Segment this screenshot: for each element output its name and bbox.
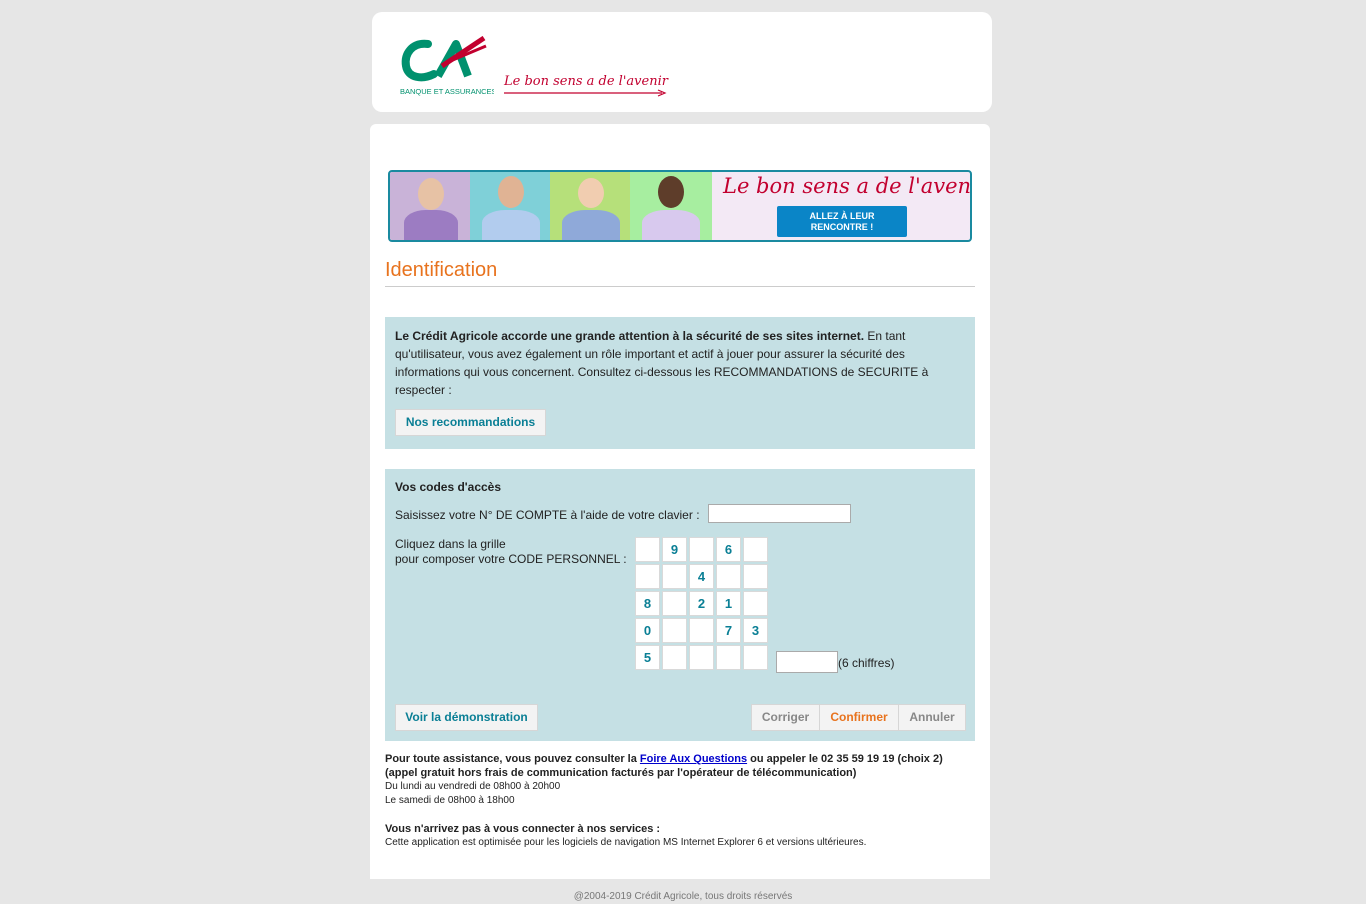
- keypad-key[interactable]: 3: [743, 618, 768, 643]
- meet-them-button[interactable]: ALLEZ À LEUR RENCONTRE !: [777, 206, 907, 237]
- promo-banner[interactable]: Le bon sens a de l'avenir ALLEZ À LEUR R…: [388, 170, 972, 242]
- keypad-key[interactable]: [689, 618, 714, 643]
- keypad-key[interactable]: 4: [689, 564, 714, 589]
- banner-photo-boy: [550, 172, 632, 240]
- keypad-key[interactable]: [743, 564, 768, 589]
- banner-slogan: Le bon sens a de l'avenir: [723, 174, 972, 198]
- header-card: BANQUE ET ASSURANCES Le bon sens a de l'…: [372, 12, 992, 112]
- connect-text: Cette application est optimisée pour les…: [385, 837, 867, 848]
- page-title: Identification: [385, 259, 498, 281]
- banner-photo-man: [470, 172, 552, 240]
- keypad-key[interactable]: [662, 564, 687, 589]
- access-codes-panel: Vos codes d'accès Saisissez votre N° DE …: [385, 469, 975, 741]
- keypad-key[interactable]: 9: [662, 537, 687, 562]
- keypad-key[interactable]: 1: [716, 591, 741, 616]
- keypad-key[interactable]: [635, 537, 660, 562]
- keypad-key[interactable]: 2: [689, 591, 714, 616]
- assistance-section: Pour toute assistance, vous pouvez consu…: [385, 752, 975, 850]
- security-notice: Le Crédit Agricole accorde une grande at…: [385, 317, 975, 449]
- main-card: Le bon sens a de l'avenir ALLEZ À LEUR R…: [370, 124, 990, 879]
- keypad-key[interactable]: [662, 645, 687, 670]
- keypad-key[interactable]: [635, 564, 660, 589]
- title-divider: [385, 286, 975, 287]
- connect-title: Vous n'arrivez pas à vous connecter à no…: [385, 823, 661, 835]
- banner-photo-man2: [630, 172, 712, 240]
- hours-saturday: Le samedi de 08h00 à 18h00: [385, 795, 515, 806]
- credit-agricole-logo[interactable]: BANQUE ET ASSURANCES: [398, 36, 494, 98]
- keypad-key[interactable]: 5: [635, 645, 660, 670]
- banner-photo-woman: [390, 172, 472, 240]
- correct-button[interactable]: Corriger: [751, 704, 820, 731]
- cancel-button[interactable]: Annuler: [898, 704, 966, 731]
- keypad-key[interactable]: [743, 645, 768, 670]
- hours-weekday: Du lundi au vendredi de 08h00 à 20h00: [385, 781, 561, 792]
- svg-text:Le bon sens a de l'avenir: Le bon sens a de l'avenir: [503, 74, 669, 89]
- account-number-input[interactable]: [708, 504, 851, 523]
- keypad-key[interactable]: [662, 618, 687, 643]
- keypad-key[interactable]: [716, 645, 741, 670]
- keypad-key[interactable]: 7: [716, 618, 741, 643]
- security-text: Le Crédit Agricole accorde une grande at…: [395, 329, 929, 397]
- pin-hint: (6 chiffres): [838, 656, 895, 670]
- keypad-key[interactable]: 0: [635, 618, 660, 643]
- footer-copyright: @2004-2019 Crédit Agricole, tous droits …: [573, 891, 793, 902]
- keypad-key[interactable]: [689, 645, 714, 670]
- keypad-key[interactable]: [689, 537, 714, 562]
- assistance-line1: Pour toute assistance, vous pouvez consu…: [385, 753, 943, 765]
- keypad-key[interactable]: [662, 591, 687, 616]
- keypad-label: Cliquez dans la grille pour composer vot…: [395, 537, 627, 566]
- confirm-button[interactable]: Confirmer: [819, 704, 899, 731]
- recommendations-button[interactable]: Nos recommandations: [395, 409, 546, 436]
- keypad-key[interactable]: [743, 537, 768, 562]
- keypad-key[interactable]: 8: [635, 591, 660, 616]
- action-buttons: Corriger Confirmer Annuler: [751, 704, 966, 731]
- keypad-key[interactable]: [743, 591, 768, 616]
- keypad-key[interactable]: 6: [716, 537, 741, 562]
- codes-title: Vos codes d'accès: [395, 480, 502, 494]
- demo-button[interactable]: Voir la démonstration: [395, 704, 538, 731]
- keypad-key[interactable]: [716, 564, 741, 589]
- account-label: Saisissez votre N° DE COMPTE à l'aide de…: [395, 508, 700, 522]
- header-slogan: Le bon sens a de l'avenir: [503, 74, 669, 97]
- assistance-line2: (appel gratuit hors frais de communicati…: [385, 767, 857, 779]
- svg-text:BANQUE ET ASSURANCES: BANQUE ET ASSURANCES: [400, 87, 494, 96]
- faq-link[interactable]: Foire Aux Questions: [640, 753, 747, 765]
- pin-display-input[interactable]: [776, 651, 838, 673]
